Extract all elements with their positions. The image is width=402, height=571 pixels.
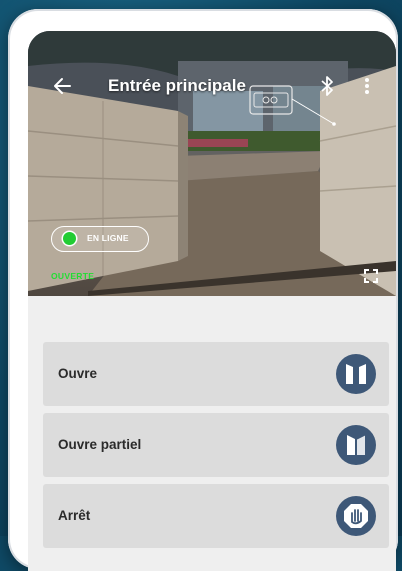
gate-open-icon [336, 354, 376, 394]
online-status-badge[interactable]: EN LIGNE [51, 226, 149, 252]
online-indicator-dot [63, 232, 76, 245]
stop-command-label: Arrêt [58, 508, 91, 523]
open-command-button[interactable]: Ouvre [43, 342, 389, 406]
online-status-label: EN LIGNE [87, 233, 129, 243]
partial-open-command-button[interactable]: Ouvre partiel [43, 413, 389, 477]
back-arrow-icon[interactable] [52, 75, 76, 97]
partial-open-command-label: Ouvre partiel [58, 437, 142, 452]
phone-frame: Entrée principale EN LIGNE OUVERTE Ouvre [8, 9, 398, 571]
gate-state-label: OUVERTE [51, 271, 95, 281]
page-title: Entrée principale [108, 76, 246, 95]
camera-image [28, 31, 396, 296]
more-vertical-icon[interactable] [362, 75, 372, 97]
fullscreen-icon[interactable] [364, 269, 378, 283]
stop-hand-icon [336, 496, 376, 536]
gate-partial-icon [336, 425, 376, 465]
stop-command-button[interactable]: Arrêt [43, 484, 389, 548]
camera-view[interactable]: Entrée principale EN LIGNE OUVERTE [28, 31, 396, 296]
app-screen: Entrée principale EN LIGNE OUVERTE Ouvre [28, 31, 396, 571]
bluetooth-icon[interactable] [320, 75, 338, 97]
open-command-label: Ouvre [58, 366, 98, 381]
